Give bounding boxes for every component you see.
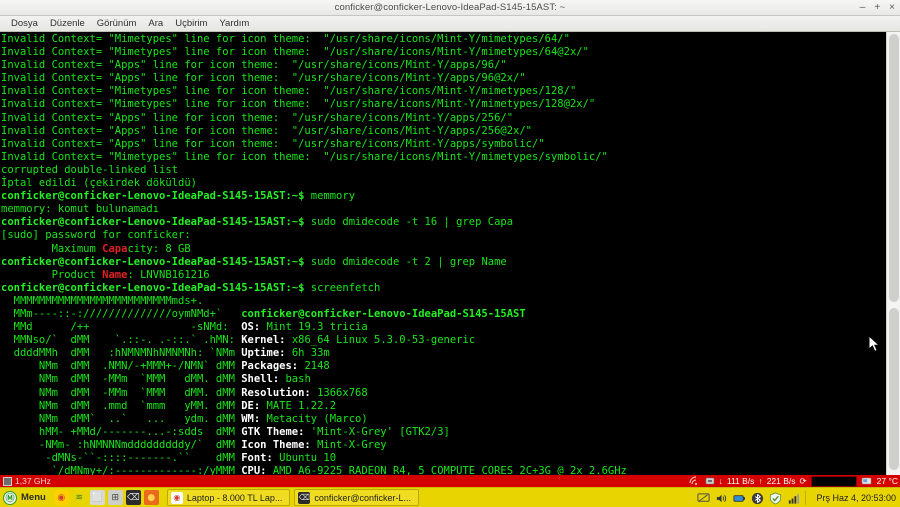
download-speed-label: 111 B/s bbox=[726, 476, 755, 486]
mint-menu-button[interactable]: Ⓜ Menu bbox=[0, 489, 52, 507]
cpu-frequency-applet[interactable]: 1,37 GHz bbox=[0, 476, 51, 486]
bottom-taskbar: Ⓜ Menu ◉ ≋ ⬜ ⊞ ⌫ ● ◉ Laptop - 8.000 TL L… bbox=[0, 487, 900, 507]
taskbar-window-terminal[interactable]: ⌫ conficker@conficker-L... bbox=[294, 489, 420, 506]
clock-applet[interactable]: Prş Haz 4, 20:53:00 bbox=[811, 493, 896, 503]
cpu-icon bbox=[3, 476, 12, 486]
launcher-file-manager-icon[interactable]: ⬜ bbox=[89, 490, 105, 505]
minimize-icon[interactable]: – bbox=[860, 3, 866, 13]
taskbar-window-chrome-label: Laptop - 8.000 TL Lap... bbox=[186, 492, 283, 503]
close-icon[interactable]: × bbox=[889, 3, 895, 13]
scrollbar-thumb-lower[interactable] bbox=[889, 308, 899, 470]
tray-separator bbox=[805, 491, 807, 505]
system-tray: Prş Haz 4, 20:53:00 bbox=[697, 488, 900, 507]
terminal-icon: ⌫ bbox=[298, 491, 311, 504]
terminal-text: Invalid Context= "Mimetypes" line for ic… bbox=[0, 32, 886, 475]
launcher-feed-reader-icon[interactable]: ≋ bbox=[71, 490, 87, 505]
menu-ara[interactable]: Ara bbox=[142, 16, 169, 31]
display-icon[interactable] bbox=[697, 492, 711, 505]
menu-gorunum[interactable]: Görünüm bbox=[91, 16, 143, 31]
window-list: ◉ Laptop - 8.000 TL Lap... ⌫ conficker@c… bbox=[159, 489, 420, 506]
terminal-menubar: Dosya Düzenle Görünüm Ara Uçbirim Yardım bbox=[0, 16, 900, 32]
menu-ucbirim[interactable]: Uçbirim bbox=[169, 16, 213, 31]
taskbar-window-terminal-label: conficker@conficker-L... bbox=[314, 492, 412, 503]
cpu-frequency-label: 1,37 GHz bbox=[15, 476, 51, 486]
terminal-scrollback: Invalid Context= "Mimetypes" line for ic… bbox=[1, 33, 627, 475]
upload-arrow-icon: ↑ bbox=[758, 476, 763, 486]
system-monitor-applets: ↓ 111 B/s ↑ 221 B/s ⟳ 27 °C bbox=[689, 475, 900, 487]
terminal-output-area[interactable]: Invalid Context= "Mimetypes" line for ic… bbox=[0, 32, 900, 475]
update-shield-icon[interactable] bbox=[769, 491, 782, 505]
temperature-icon bbox=[861, 477, 871, 485]
launcher-firefox-icon[interactable]: ● bbox=[143, 490, 159, 505]
download-arrow-icon: ↓ bbox=[718, 476, 723, 486]
network-monitor-icon bbox=[705, 477, 714, 485]
upload-speed-label: 221 B/s bbox=[766, 476, 796, 486]
mouse-pointer-icon bbox=[869, 336, 881, 353]
mint-menu-label: Menu bbox=[21, 492, 46, 503]
taskbar-window-chrome[interactable]: ◉ Laptop - 8.000 TL Lap... bbox=[166, 489, 291, 506]
terminal-scrollbar[interactable] bbox=[886, 32, 900, 475]
battery-icon[interactable] bbox=[733, 492, 746, 505]
menu-duzenle[interactable]: Düzenle bbox=[44, 16, 91, 31]
network-graph-applet bbox=[810, 475, 857, 487]
scrollbar-thumb-upper[interactable] bbox=[889, 34, 899, 302]
network-signal-icon[interactable] bbox=[787, 492, 800, 505]
wifi-signal-icon bbox=[689, 476, 697, 486]
quick-launch-bar: ◉ ≋ ⬜ ⊞ ⌫ ● bbox=[52, 490, 159, 505]
launcher-chrome-icon[interactable]: ◉ bbox=[53, 490, 69, 505]
menu-dosya[interactable]: Dosya bbox=[5, 16, 44, 31]
temperature-label: 27 °C bbox=[876, 476, 898, 486]
mint-logo-icon: Ⓜ bbox=[3, 490, 17, 505]
maximize-icon[interactable]: + bbox=[874, 3, 880, 13]
desktop-screen: conficker@conficker-Lenovo-IdeaPad-S145-… bbox=[0, 0, 900, 507]
chrome-icon: ◉ bbox=[170, 491, 183, 504]
launcher-software-manager-icon[interactable]: ⊞ bbox=[107, 490, 123, 505]
window-controls: – + × bbox=[860, 0, 895, 16]
refresh-icon[interactable]: ⟳ bbox=[800, 476, 807, 487]
menu-yardim[interactable]: Yardım bbox=[213, 16, 255, 31]
bluetooth-icon[interactable] bbox=[751, 492, 764, 505]
volume-icon[interactable] bbox=[715, 492, 728, 505]
window-titlebar[interactable]: conficker@conficker-Lenovo-IdeaPad-S145-… bbox=[0, 0, 900, 16]
top-monitor-panel: 1,37 GHz ↓ 111 B/s ↑ 221 B/s ⟳ 27 °C bbox=[0, 475, 900, 487]
launcher-terminal-icon[interactable]: ⌫ bbox=[125, 490, 141, 505]
window-title: conficker@conficker-Lenovo-IdeaPad-S145-… bbox=[334, 2, 566, 13]
